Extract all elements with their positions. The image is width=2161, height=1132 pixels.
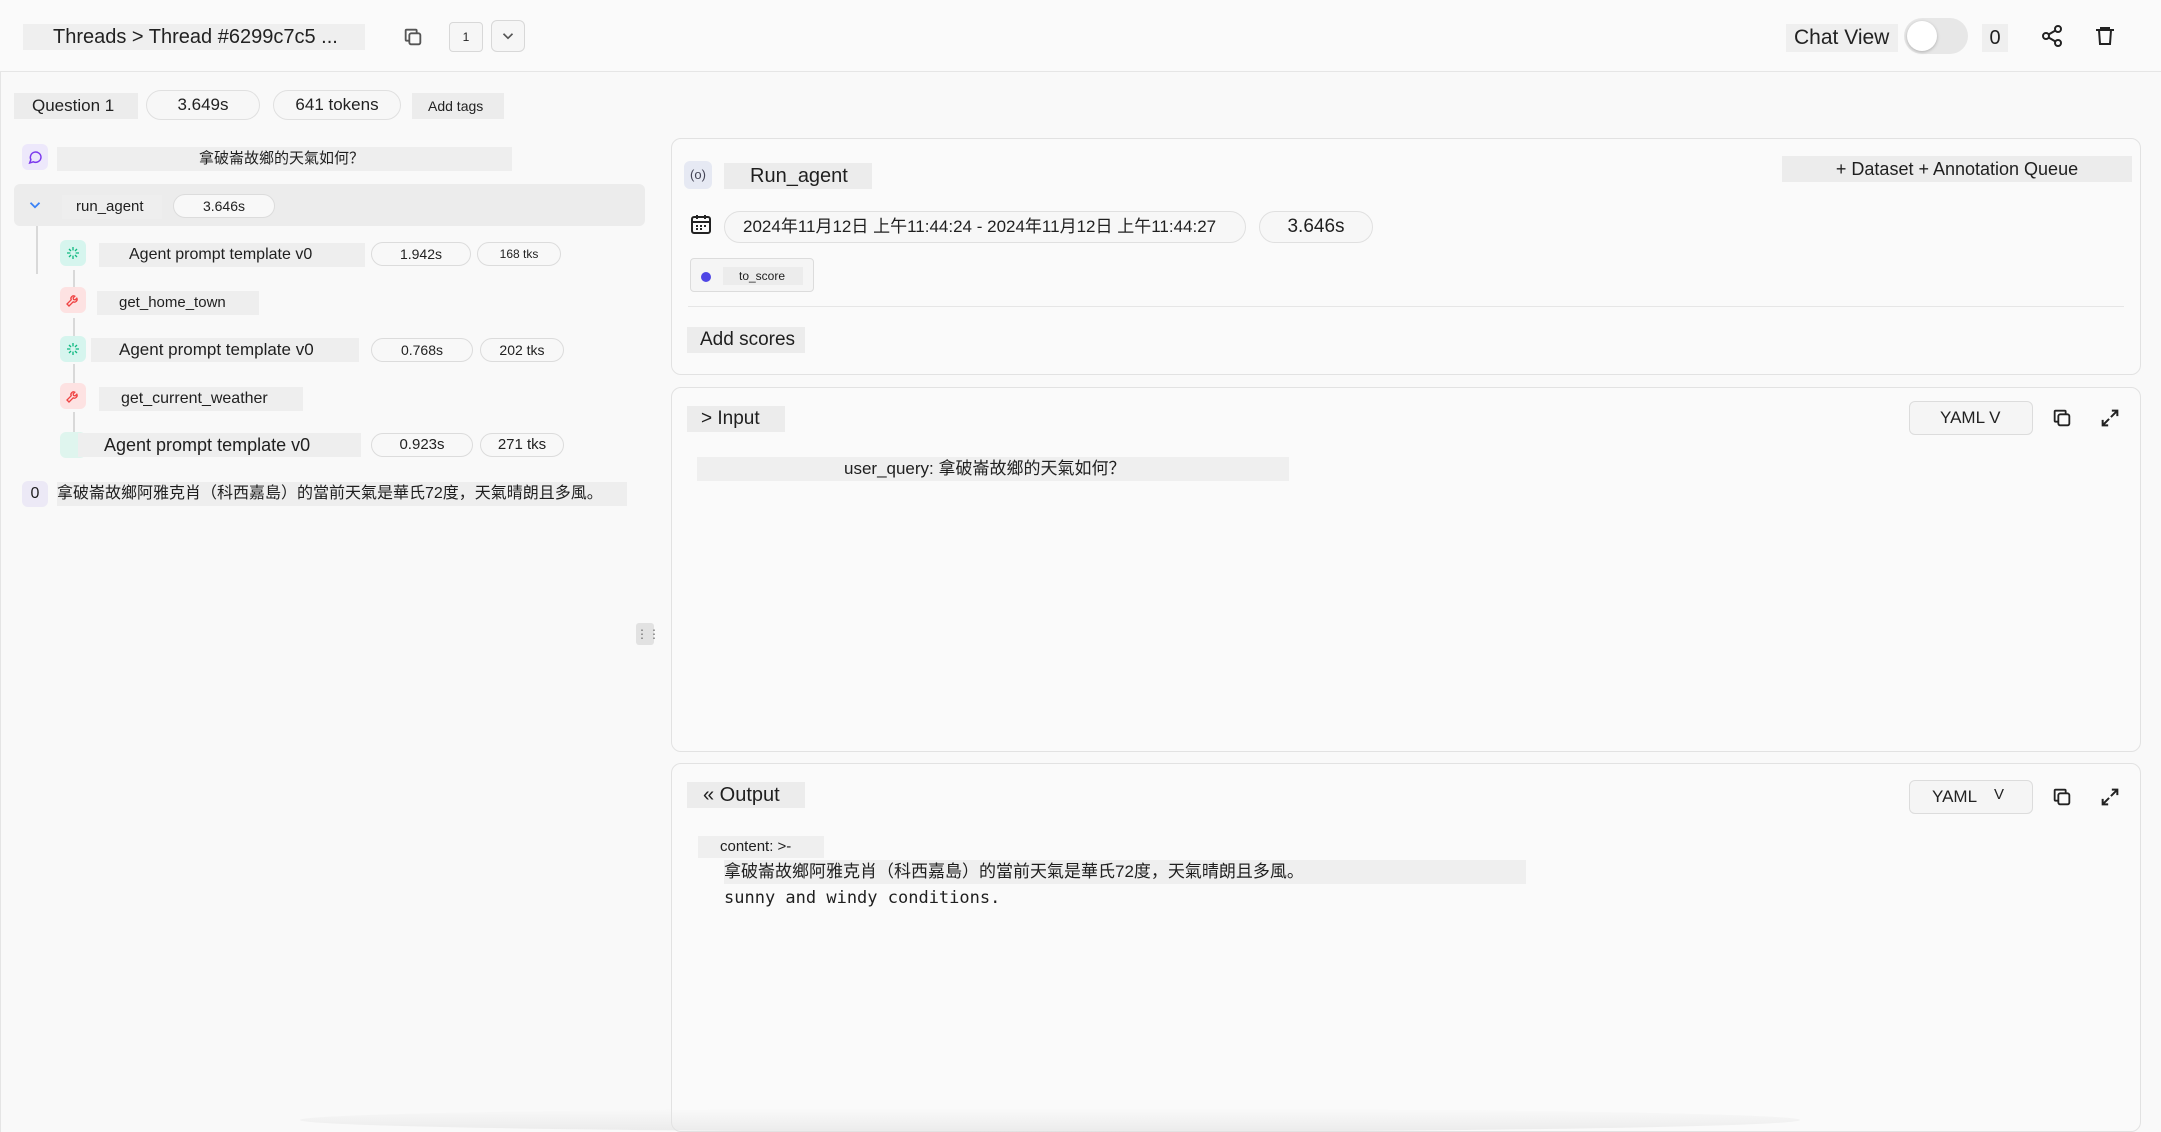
output-content-key: content: >- [698,836,824,858]
copy-icon[interactable] [398,22,428,52]
sparkle-icon [60,240,86,266]
output-index-badge: 0 [22,481,48,507]
chevron-down-icon[interactable] [491,20,525,52]
trace-node-latency: 0.768s [371,338,473,362]
wrench-icon [60,287,86,313]
top-bar: Threads > Thread #6299c7c5 ... 1 Chat Vi… [0,0,2161,72]
user-message[interactable]: 拿破崙故鄉的天氣如何？ [57,147,512,171]
chat-view-label: Chat View [1786,24,1898,52]
output-content-line: sunny and windy conditions. [724,888,1001,908]
root-run-name: run_agent [62,195,162,219]
expand-icon[interactable] [2096,783,2124,811]
toggle-knob [1907,21,1937,51]
chat-view-toggle[interactable] [1904,18,1968,54]
feedback-key-label: to_score [723,267,803,285]
breadcrumb[interactable]: Threads > Thread #6299c7c5 ... [23,24,365,50]
score-dot-icon [701,272,711,282]
wrench-icon [60,383,86,409]
input-section-toggle[interactable]: > Input [687,406,785,432]
chevron-down-icon[interactable] [22,192,48,218]
output-content-line: 拿破崙故鄉阿雅克肖（科西嘉島）的當前天氣是華氏72度，天氣晴朗且多風。 [724,860,1526,884]
run-type-icon: (o) [684,161,712,189]
expand-icon[interactable] [2096,404,2124,432]
question-label: Question 1 [14,93,138,119]
feedback-key-chip[interactable]: to_score [690,258,814,292]
app-root: Threads > Thread #6299c7c5 ... 1 Chat Vi… [0,0,2161,1132]
copy-icon[interactable] [2048,783,2076,811]
left-border [0,72,1,1132]
share-icon[interactable] [2036,20,2068,52]
tree-connector [73,412,75,432]
calendar-icon [689,212,713,236]
feedback-count: 0 [1982,24,2008,52]
divider [688,306,2124,307]
trace-node-name[interactable]: get_current_weather [99,387,303,411]
tree-connector [73,318,75,336]
root-latency: 3.646s [173,194,275,218]
chat-bubble-icon [22,144,48,170]
input-panel: > Input YAML V user_query: 拿破崙故鄉的天氣如何？ [671,387,2141,752]
run-duration-badge: 3.646s [1259,211,1373,243]
tokens-badge: 641 tokens [273,90,401,120]
add-scores-button[interactable]: Add scores [687,327,805,353]
output-section-toggle[interactable]: « Output [687,782,805,808]
final-output-text[interactable]: 拿破崙故鄉阿雅克肖（科西嘉島）的當前天氣是華氏72度，天氣晴朗且多風。 [57,482,627,506]
trace-node-tokens: 168 tks [477,242,561,266]
run-details-panel: (o) Run_agent + Dataset + Annotation Que… [671,138,2141,375]
trash-icon[interactable] [2089,20,2121,52]
output-format-select[interactable]: YAML V [1909,780,2033,814]
output-panel: « Output YAML V content: >- 拿破崙故鄉阿雅克肖（科西… [671,763,2141,1132]
resize-handle[interactable]: ⋮⋮ [636,623,660,645]
input-query-line: user_query: 拿破崙故鄉的天氣如何？ [697,457,1289,481]
tree-connector [36,226,38,274]
trace-node-name[interactable]: Agent prompt template v0 [78,433,361,457]
trace-node-tokens: 202 tks [480,338,564,362]
format-caret: V [1994,786,2005,803]
format-label: YAML [1932,787,1978,806]
trace-node-latency: 1.942s [371,242,471,266]
duration-badge: 3.649s [146,90,260,120]
time-range-badge: 2024年11月12日 上午11:44:24 - 2024年11月12日 上午1… [724,211,1246,243]
bottom-fade [300,1108,1800,1132]
tree-connector [73,364,75,384]
trace-node-tokens: 271 tks [480,433,564,457]
add-to-dataset-button[interactable]: + Dataset + Annotation Queue [1782,156,2132,182]
page-count[interactable]: 1 [449,22,483,52]
add-tags-button[interactable]: Add tags [412,93,504,119]
trace-node-name[interactable]: get_home_town [97,291,259,315]
sparkle-icon [60,336,86,362]
run-name: Run_agent [724,163,872,189]
copy-icon[interactable] [2048,404,2076,432]
trace-node-name[interactable]: Agent prompt template v0 [99,243,365,267]
input-format-select[interactable]: YAML V [1909,401,2033,435]
trace-node-latency: 0.923s [371,433,473,457]
trace-node-name[interactable]: Agent prompt template v0 [91,338,359,362]
